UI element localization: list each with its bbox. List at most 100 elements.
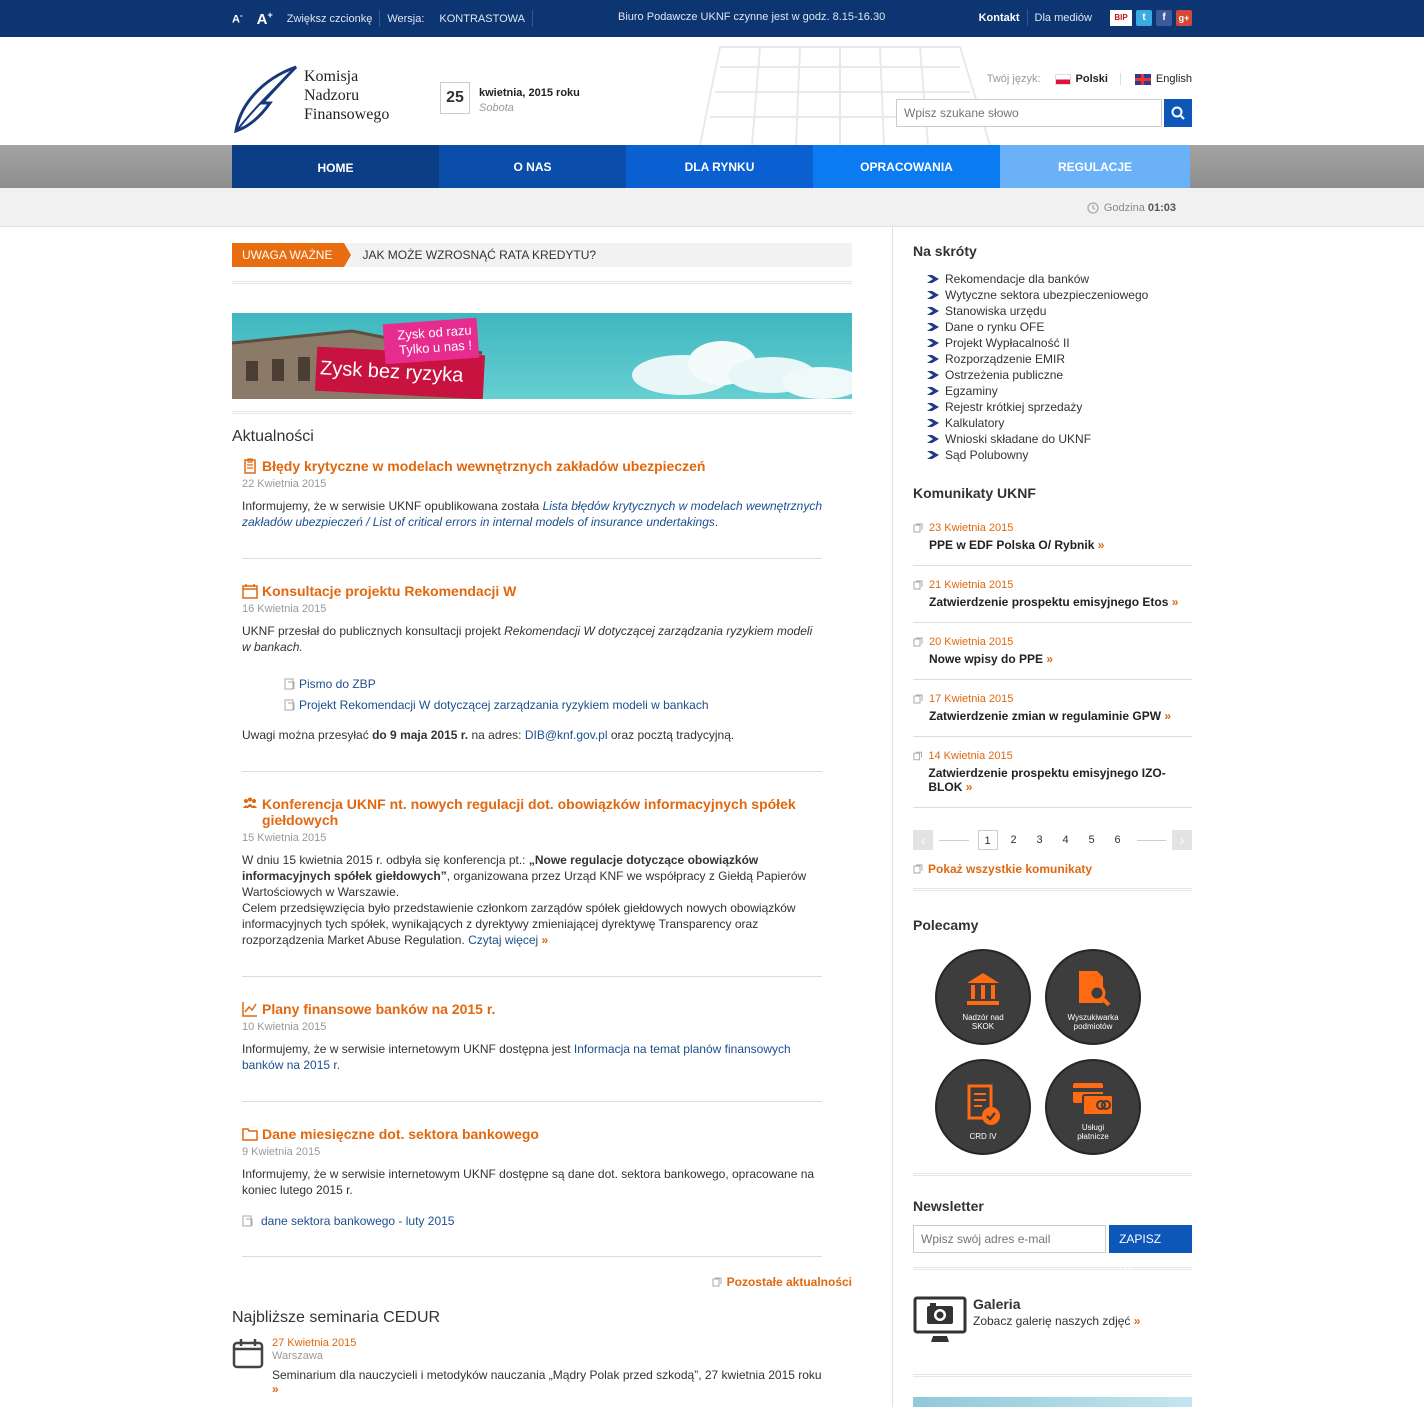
lang-english[interactable]: English — [1156, 73, 1192, 85]
crd-iv-button[interactable]: CRD IV — [935, 1059, 1031, 1155]
sidebar: Na skróty Rekomendacje dla banków Wytyczn… — [892, 227, 1192, 1407]
nav-o-nas[interactable]: O NAS — [439, 145, 626, 188]
subscribe-button[interactable]: ZAPISZ SIĘ — [1109, 1225, 1192, 1274]
media-link[interactable]: Dla mediów — [1035, 12, 1092, 24]
newsletter-form: ZAPISZ SIĘ — [913, 1225, 1192, 1274]
attachment-link[interactable]: Pismo do ZBP — [284, 673, 822, 694]
nav-dla-rynku[interactable]: DLA RYNKU — [626, 145, 813, 188]
nav-regulacje[interactable]: REGULACJE — [1000, 145, 1190, 188]
news-item: Błędy krytyczne w modelach wewnętrznych … — [242, 446, 822, 559]
divider — [379, 10, 381, 27]
prev-page-button[interactable]: ‹ — [913, 830, 933, 850]
page-number[interactable]: 6 — [1108, 830, 1128, 850]
poland-flag-icon[interactable] — [1054, 73, 1071, 85]
cedur-text[interactable]: Seminarium dla nauczycieli i metodyków n… — [272, 1368, 822, 1382]
shortcut-item[interactable]: Wytyczne sektora ubezpieczeniowego — [927, 287, 1192, 303]
double-arrow-icon[interactable]: » — [272, 1382, 279, 1396]
read-more-link[interactable]: Czytaj więcej » — [468, 933, 548, 947]
double-arrow-icon: » — [1164, 709, 1172, 723]
news-title[interactable]: Konsultacje projektu Rekomendacji W — [262, 583, 516, 599]
arrow-icon — [927, 419, 939, 427]
divider — [913, 888, 1192, 891]
gallery-link[interactable]: Galeria Zobacz galerię naszych zdjęć » — [913, 1296, 1192, 1344]
increase-font-button[interactable]: A+ — [257, 10, 273, 28]
news-text: Informujemy, że w serwisie internetowym … — [242, 1042, 574, 1056]
ticker-link[interactable]: JAK MOŻE WZROSNĄĆ RATA KREDYTU? — [362, 248, 596, 262]
page-number[interactable]: 4 — [1056, 830, 1076, 850]
cedur-city: Warszawa — [272, 1350, 323, 1362]
shortcut-item[interactable]: Egzaminy — [927, 383, 1192, 399]
bip-icon[interactable]: BIP — [1110, 9, 1132, 26]
news-title[interactable]: Błędy krytyczne w modelach wewnętrznych … — [262, 458, 705, 474]
komunikat-item[interactable]: 21 Kwietnia 2015 Zatwierdzenie prospektu … — [913, 566, 1192, 623]
sidebar-banner[interactable] — [913, 1397, 1192, 1407]
page-number[interactable]: 2 — [1004, 830, 1024, 850]
shortcut-item[interactable]: Ostrzeżenia publiczne — [927, 367, 1192, 383]
komunikat-date: 21 Kwietnia 2015 — [929, 579, 1014, 591]
shortcut-item[interactable]: Stanowiska urzędu — [927, 303, 1192, 319]
divider — [1119, 73, 1121, 85]
uk-flag-icon[interactable] — [1134, 73, 1151, 85]
shortcut-item[interactable]: Rekomendacje dla banków — [927, 271, 1192, 287]
shortcut-item[interactable]: Projekt Wypłacalność II — [927, 335, 1192, 351]
newsletter-email-input[interactable] — [913, 1225, 1107, 1253]
arrow-icon — [927, 451, 939, 459]
shortcut-item[interactable]: Sąd Polubowny — [927, 447, 1192, 463]
shortcut-item[interactable]: Wnioski składane do UKNF — [927, 431, 1192, 447]
shortcut-label: Rozporządzenie EMIR — [945, 352, 1066, 366]
shortcut-label: Stanowiska urzędu — [945, 304, 1047, 318]
nadzor-skok-button[interactable]: Nadzór nad SKOK — [935, 949, 1031, 1045]
shortcut-item[interactable]: Kalkulatory — [927, 415, 1192, 431]
page-number[interactable]: 3 — [1030, 830, 1050, 850]
facebook-icon[interactable]: f — [1156, 9, 1172, 26]
uslugi-platnicze-button[interactable]: Usługi płatnicze — [1045, 1059, 1141, 1155]
wyszukiwarka-button[interactable]: Wyszukiwarka podmiotów — [1045, 949, 1141, 1045]
komunikat-item[interactable]: 14 Kwietnia 2015 Zatwierdzenie prospektu … — [913, 737, 1192, 808]
komunikat-item[interactable]: 17 Kwietnia 2015 Zatwierdzenie zmian w re… — [913, 680, 1192, 737]
attachment-link[interactable]: Projekt Rekomendacji W dotyczącej zarząd… — [284, 694, 822, 715]
promo-banner[interactable]: Zysk od razu Tylko u nas ! Zysk bez ryzy… — [232, 313, 852, 399]
komunikat-item[interactable]: 20 Kwietnia 2015 Nowe wpisy do PPE » — [913, 623, 1192, 680]
page-number[interactable]: 5 — [1082, 830, 1102, 850]
banner-image — [232, 317, 852, 399]
shortcut-item[interactable]: Rozporządzenie EMIR — [927, 351, 1192, 367]
googleplus-icon[interactable]: g+ — [1176, 9, 1192, 26]
news-text: . — [714, 515, 719, 529]
twitter-icon[interactable]: t — [1136, 9, 1152, 26]
search-icon — [1171, 106, 1185, 120]
arrow-icon — [927, 371, 939, 379]
font-size-label[interactable]: Zwiększ czcionkę — [287, 13, 373, 25]
email-link[interactable]: DIB@knf.gov.pl — [525, 728, 608, 742]
knf-logo[interactable]: Komisja Nadzoru Finansowego — [232, 65, 389, 135]
nav-home[interactable]: HOME — [232, 145, 439, 188]
more-news-link[interactable]: Pozostałe aktualności — [232, 1275, 852, 1289]
komunikaty-heading: Komunikaty UKNF — [913, 485, 1036, 501]
page-number[interactable]: 1 — [977, 830, 998, 850]
komunikat-title: Zatwierdzenie prospektu emisyjnego Etos — [929, 595, 1169, 609]
attachment-label: Projekt Rekomendacji W dotyczącej zarząd… — [299, 697, 709, 712]
nav-opracowania[interactable]: OPRACOWANIA — [813, 145, 1000, 188]
search-button[interactable] — [1164, 99, 1192, 127]
calendar-icon — [242, 584, 258, 599]
news-date: 9 Kwietnia 2015 — [242, 1146, 321, 1158]
contact-link[interactable]: Kontakt — [979, 12, 1020, 24]
komunikat-item[interactable]: 23 Kwietnia 2015 PPE w EDF Polska O/ Rybn… — [913, 509, 1192, 566]
cards-icon — [1073, 1083, 1114, 1116]
show-all-komunikaty-link[interactable]: Pokaż wszystkie komunikaty — [913, 862, 1192, 876]
lang-polski[interactable]: Polski — [1076, 73, 1108, 85]
news-title[interactable]: Konferencja UKNF nt. nowych regulacji do… — [262, 796, 822, 828]
circle-label: podmiotów — [1073, 1022, 1113, 1031]
news-title[interactable]: Dane miesięczne dot. sektora bankowego — [262, 1126, 539, 1142]
shortcut-item[interactable]: Dane o rynku OFE — [927, 319, 1192, 335]
shortcut-item[interactable]: Rejestr krótkiej sprzedaży — [927, 399, 1192, 415]
next-page-button[interactable]: › — [1172, 830, 1192, 850]
decrease-font-button[interactable]: A- — [232, 11, 243, 26]
contrast-version-link[interactable]: KONTRASTOWA — [439, 13, 525, 25]
double-arrow-icon: » — [1097, 538, 1105, 552]
arrow-icon — [927, 403, 939, 411]
news-text: do 9 maja 2015 r. — [372, 728, 469, 742]
news-title[interactable]: Plany finansowe banków na 2015 r. — [262, 1001, 495, 1017]
search-input[interactable] — [896, 99, 1162, 127]
attachment-link[interactable]: dane sektora bankowego - luty 2015 — [242, 1214, 822, 1228]
circle-label: Usługi — [1081, 1123, 1105, 1132]
